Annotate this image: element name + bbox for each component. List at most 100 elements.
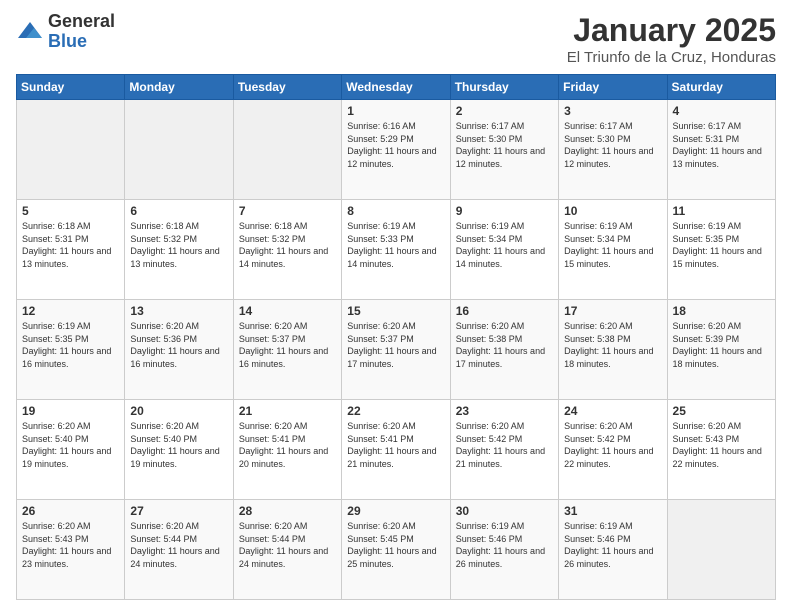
logo: General Blue xyxy=(16,12,115,52)
day-info: Sunrise: 6:20 AMSunset: 5:41 PMDaylight:… xyxy=(347,421,436,469)
day-number: 29 xyxy=(347,504,444,518)
day-number: 15 xyxy=(347,304,444,318)
week-row-4: 19 Sunrise: 6:20 AMSunset: 5:40 PMDaylig… xyxy=(17,400,776,500)
day-info: Sunrise: 6:20 AMSunset: 5:44 PMDaylight:… xyxy=(239,521,328,569)
calendar-cell: 4 Sunrise: 6:17 AMSunset: 5:31 PMDayligh… xyxy=(667,100,775,200)
day-info: Sunrise: 6:20 AMSunset: 5:41 PMDaylight:… xyxy=(239,421,328,469)
day-number: 24 xyxy=(564,404,661,418)
day-number: 8 xyxy=(347,204,444,218)
day-info: Sunrise: 6:20 AMSunset: 5:42 PMDaylight:… xyxy=(564,421,653,469)
day-number: 9 xyxy=(456,204,553,218)
page: General Blue January 2025 El Triunfo de … xyxy=(0,0,792,612)
day-number: 26 xyxy=(22,504,119,518)
logo-text: General Blue xyxy=(48,12,115,52)
month-title: January 2025 xyxy=(567,12,776,49)
day-number: 16 xyxy=(456,304,553,318)
col-tuesday: Tuesday xyxy=(233,75,341,100)
day-number: 3 xyxy=(564,104,661,118)
col-monday: Monday xyxy=(125,75,233,100)
day-number: 21 xyxy=(239,404,336,418)
day-info: Sunrise: 6:18 AMSunset: 5:32 PMDaylight:… xyxy=(239,221,328,269)
calendar-cell xyxy=(125,100,233,200)
col-thursday: Thursday xyxy=(450,75,558,100)
logo-general-text: General xyxy=(48,12,115,32)
col-sunday: Sunday xyxy=(17,75,125,100)
day-info: Sunrise: 6:19 AMSunset: 5:34 PMDaylight:… xyxy=(564,221,653,269)
calendar-cell: 15 Sunrise: 6:20 AMSunset: 5:37 PMDaylig… xyxy=(342,300,450,400)
calendar-cell: 14 Sunrise: 6:20 AMSunset: 5:37 PMDaylig… xyxy=(233,300,341,400)
day-info: Sunrise: 6:18 AMSunset: 5:31 PMDaylight:… xyxy=(22,221,111,269)
week-row-1: 1 Sunrise: 6:16 AMSunset: 5:29 PMDayligh… xyxy=(17,100,776,200)
col-friday: Friday xyxy=(559,75,667,100)
day-info: Sunrise: 6:16 AMSunset: 5:29 PMDaylight:… xyxy=(347,121,436,169)
day-number: 7 xyxy=(239,204,336,218)
day-number: 4 xyxy=(673,104,770,118)
calendar-cell: 28 Sunrise: 6:20 AMSunset: 5:44 PMDaylig… xyxy=(233,500,341,600)
day-info: Sunrise: 6:20 AMSunset: 5:39 PMDaylight:… xyxy=(673,321,762,369)
day-info: Sunrise: 6:20 AMSunset: 5:44 PMDaylight:… xyxy=(130,521,219,569)
day-number: 10 xyxy=(564,204,661,218)
calendar-header-row: Sunday Monday Tuesday Wednesday Thursday… xyxy=(17,75,776,100)
location-title: El Triunfo de la Cruz, Honduras xyxy=(567,49,776,66)
day-info: Sunrise: 6:19 AMSunset: 5:46 PMDaylight:… xyxy=(456,521,545,569)
day-info: Sunrise: 6:19 AMSunset: 5:33 PMDaylight:… xyxy=(347,221,436,269)
day-number: 6 xyxy=(130,204,227,218)
day-info: Sunrise: 6:20 AMSunset: 5:40 PMDaylight:… xyxy=(130,421,219,469)
calendar-cell: 29 Sunrise: 6:20 AMSunset: 5:45 PMDaylig… xyxy=(342,500,450,600)
day-info: Sunrise: 6:20 AMSunset: 5:38 PMDaylight:… xyxy=(564,321,653,369)
day-info: Sunrise: 6:20 AMSunset: 5:40 PMDaylight:… xyxy=(22,421,111,469)
day-number: 11 xyxy=(673,204,770,218)
day-number: 22 xyxy=(347,404,444,418)
week-row-2: 5 Sunrise: 6:18 AMSunset: 5:31 PMDayligh… xyxy=(17,200,776,300)
calendar-cell: 18 Sunrise: 6:20 AMSunset: 5:39 PMDaylig… xyxy=(667,300,775,400)
calendar-cell: 13 Sunrise: 6:20 AMSunset: 5:36 PMDaylig… xyxy=(125,300,233,400)
day-info: Sunrise: 6:20 AMSunset: 5:43 PMDaylight:… xyxy=(22,521,111,569)
logo-blue-text: Blue xyxy=(48,32,115,52)
day-info: Sunrise: 6:20 AMSunset: 5:45 PMDaylight:… xyxy=(347,521,436,569)
calendar-cell: 23 Sunrise: 6:20 AMSunset: 5:42 PMDaylig… xyxy=(450,400,558,500)
day-number: 14 xyxy=(239,304,336,318)
day-info: Sunrise: 6:20 AMSunset: 5:42 PMDaylight:… xyxy=(456,421,545,469)
day-info: Sunrise: 6:18 AMSunset: 5:32 PMDaylight:… xyxy=(130,221,219,269)
day-number: 25 xyxy=(673,404,770,418)
calendar-cell: 27 Sunrise: 6:20 AMSunset: 5:44 PMDaylig… xyxy=(125,500,233,600)
logo-icon xyxy=(16,18,44,46)
calendar-cell: 24 Sunrise: 6:20 AMSunset: 5:42 PMDaylig… xyxy=(559,400,667,500)
col-saturday: Saturday xyxy=(667,75,775,100)
col-wednesday: Wednesday xyxy=(342,75,450,100)
calendar-cell: 22 Sunrise: 6:20 AMSunset: 5:41 PMDaylig… xyxy=(342,400,450,500)
day-info: Sunrise: 6:20 AMSunset: 5:37 PMDaylight:… xyxy=(347,321,436,369)
day-number: 2 xyxy=(456,104,553,118)
calendar-cell: 31 Sunrise: 6:19 AMSunset: 5:46 PMDaylig… xyxy=(559,500,667,600)
calendar-cell: 12 Sunrise: 6:19 AMSunset: 5:35 PMDaylig… xyxy=(17,300,125,400)
day-info: Sunrise: 6:20 AMSunset: 5:38 PMDaylight:… xyxy=(456,321,545,369)
day-info: Sunrise: 6:17 AMSunset: 5:30 PMDaylight:… xyxy=(456,121,545,169)
day-number: 19 xyxy=(22,404,119,418)
day-number: 13 xyxy=(130,304,227,318)
header: General Blue January 2025 El Triunfo de … xyxy=(16,12,776,66)
calendar-cell xyxy=(17,100,125,200)
day-info: Sunrise: 6:19 AMSunset: 5:35 PMDaylight:… xyxy=(22,321,111,369)
day-number: 23 xyxy=(456,404,553,418)
calendar-table: Sunday Monday Tuesday Wednesday Thursday… xyxy=(16,74,776,600)
day-number: 12 xyxy=(22,304,119,318)
calendar-cell: 5 Sunrise: 6:18 AMSunset: 5:31 PMDayligh… xyxy=(17,200,125,300)
day-number: 27 xyxy=(130,504,227,518)
calendar-cell: 9 Sunrise: 6:19 AMSunset: 5:34 PMDayligh… xyxy=(450,200,558,300)
day-info: Sunrise: 6:19 AMSunset: 5:46 PMDaylight:… xyxy=(564,521,653,569)
calendar-cell: 17 Sunrise: 6:20 AMSunset: 5:38 PMDaylig… xyxy=(559,300,667,400)
day-number: 28 xyxy=(239,504,336,518)
calendar-cell: 2 Sunrise: 6:17 AMSunset: 5:30 PMDayligh… xyxy=(450,100,558,200)
calendar-cell: 11 Sunrise: 6:19 AMSunset: 5:35 PMDaylig… xyxy=(667,200,775,300)
calendar-cell: 26 Sunrise: 6:20 AMSunset: 5:43 PMDaylig… xyxy=(17,500,125,600)
day-info: Sunrise: 6:19 AMSunset: 5:35 PMDaylight:… xyxy=(673,221,762,269)
calendar-cell: 25 Sunrise: 6:20 AMSunset: 5:43 PMDaylig… xyxy=(667,400,775,500)
day-info: Sunrise: 6:17 AMSunset: 5:30 PMDaylight:… xyxy=(564,121,653,169)
calendar-cell: 10 Sunrise: 6:19 AMSunset: 5:34 PMDaylig… xyxy=(559,200,667,300)
calendar-cell xyxy=(667,500,775,600)
calendar-cell xyxy=(233,100,341,200)
day-info: Sunrise: 6:20 AMSunset: 5:43 PMDaylight:… xyxy=(673,421,762,469)
calendar-cell: 21 Sunrise: 6:20 AMSunset: 5:41 PMDaylig… xyxy=(233,400,341,500)
day-number: 18 xyxy=(673,304,770,318)
calendar-cell: 8 Sunrise: 6:19 AMSunset: 5:33 PMDayligh… xyxy=(342,200,450,300)
